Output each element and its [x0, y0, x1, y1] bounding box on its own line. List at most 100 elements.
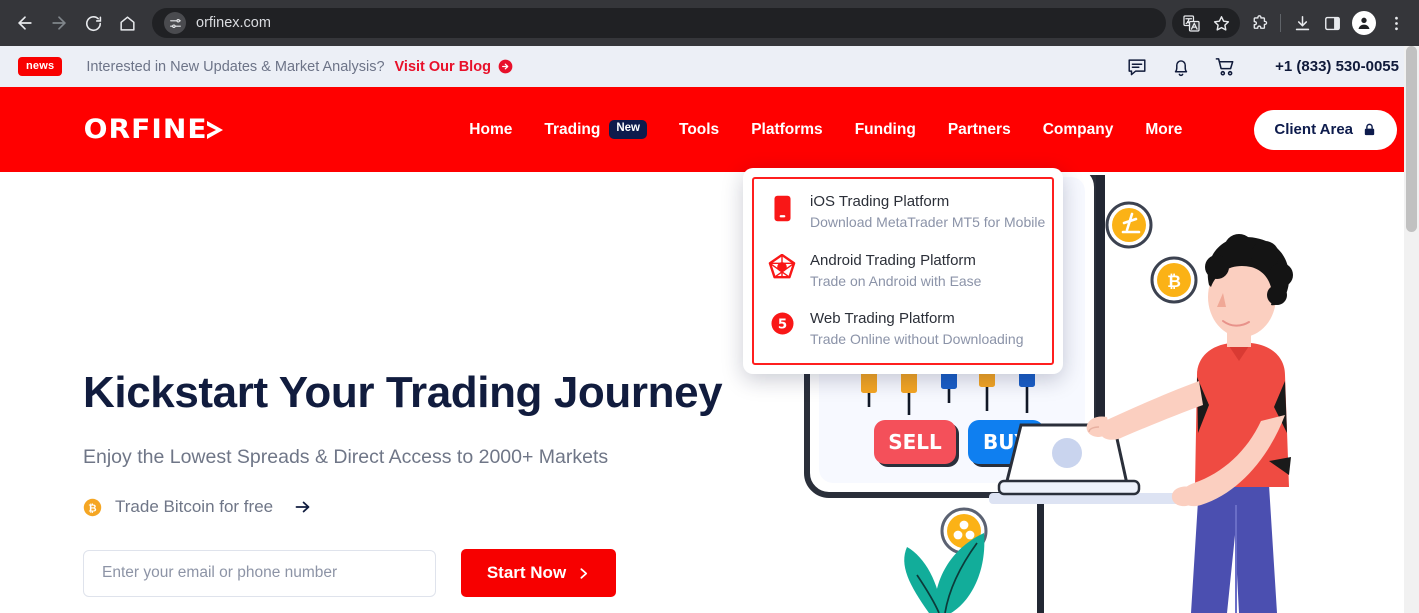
dropdown-item-subtitle: Trade on Android with Ease	[810, 272, 982, 289]
nav-item-partners[interactable]: Partners	[948, 121, 1011, 139]
mt5-number-five-icon: 5	[768, 310, 796, 335]
buy-button-illustration: BUY	[968, 420, 1047, 467]
nav-item-funding[interactable]: Funding	[855, 121, 916, 139]
dropdown-item-subtitle: Trade Online without Downloading	[810, 331, 1024, 347]
nav-item-trading[interactable]: Trading New	[544, 120, 647, 139]
nav-item-home[interactable]: Home	[469, 121, 512, 139]
site-settings-icon[interactable]	[164, 12, 186, 34]
dropdown-item-text: iOS Trading Platform Download MetaTrader…	[810, 193, 1045, 232]
nav-label: Home	[469, 120, 513, 138]
dropdown-item-ios[interactable]: iOS Trading Platform Download MetaTrader…	[768, 193, 1045, 232]
shopping-cart-icon[interactable]	[1214, 55, 1237, 78]
hero-subtitle: Enjoy the Lowest Spreads & Direct Access…	[83, 446, 609, 469]
visit-blog-link[interactable]: Visit Our Blog	[395, 59, 513, 75]
nav-label: Partners	[947, 120, 1011, 138]
signup-form: Start Now	[83, 549, 723, 598]
side-panel-icon[interactable]	[1317, 8, 1347, 38]
reload-button[interactable]	[76, 6, 110, 40]
dropdown-item-text: Web Trading Platform Trade Online withou…	[810, 310, 1024, 349]
hero-section: SELL BUY ₿ Kickstart Your Trading Journe…	[0, 175, 1419, 613]
person-illustration	[1086, 234, 1293, 613]
dropdown-inner-frame: iOS Trading Platform Download MetaTrader…	[752, 177, 1054, 365]
visit-blog-label: Visit Our Blog	[394, 58, 491, 75]
bitcoin-coin-icon: ₿	[1150, 256, 1198, 304]
home-icon	[119, 15, 135, 31]
site-header: ORFINE Home Trading New Tools Platforms …	[0, 87, 1419, 172]
chevron-right-icon	[580, 567, 588, 579]
announcement-bar: news Interested in New Updates & Market …	[0, 46, 1419, 87]
url-text: orfinex.com	[196, 15, 271, 31]
omnibox-action-pill	[1172, 8, 1240, 38]
nav-label: More	[1145, 120, 1183, 138]
ripple-coin-icon	[940, 507, 988, 555]
trade-bitcoin-link[interactable]: ₿ Trade Bitcoin for free	[83, 497, 723, 517]
topbar-action-icons: +1 (833) 530-0055	[1126, 55, 1399, 78]
platforms-dropdown-menu: iOS Trading Platform Download MetaTrader…	[743, 168, 1063, 374]
arrow-right-icon	[295, 501, 310, 513]
nav-new-badge: New	[609, 120, 647, 139]
sell-button-illustration: SELL	[874, 420, 959, 467]
contact-phone[interactable]: +1 (833) 530-0055	[1275, 58, 1399, 75]
address-bar[interactable]: orfinex.com	[152, 8, 1166, 38]
nav-label: Funding	[854, 120, 916, 138]
chat-icon[interactable]	[1126, 56, 1148, 78]
dropdown-item-title: iOS Trading Platform	[810, 193, 950, 210]
home-button[interactable]	[110, 6, 144, 40]
start-now-label: Start Now	[486, 563, 567, 583]
nav-label: Trading	[544, 120, 601, 138]
nav-label: Tools	[679, 120, 720, 138]
back-button[interactable]	[8, 6, 42, 40]
client-area-button[interactable]: Client Area	[1254, 109, 1398, 150]
toolbar-divider	[1280, 14, 1281, 32]
nav-item-tools[interactable]: Tools	[679, 121, 719, 139]
logo-text: ORFINE	[83, 114, 208, 145]
ios-mobile-icon	[768, 193, 796, 222]
arrow-circle-right-icon	[498, 59, 513, 74]
dropdown-item-title: Android Trading Platform	[810, 251, 976, 269]
notification-bell-icon[interactable]	[1170, 56, 1192, 78]
page-scrollbar[interactable]	[1404, 46, 1419, 613]
bitcoin-coin-icon: ₿	[83, 498, 102, 516]
dropdown-item-subtitle: Download MetaTrader MT5 for Mobile	[810, 214, 1046, 230]
litecoin-coin-icon	[1105, 201, 1153, 249]
forward-arrow-icon	[52, 16, 66, 30]
dropdown-item-title: Web Trading Platform	[810, 310, 955, 327]
trade-bitcoin-label: Trade Bitcoin for free	[115, 497, 274, 517]
dropdown-item-text: Android Trading Platform Trade on Androi…	[810, 252, 981, 291]
bookmark-star-icon[interactable]	[1206, 8, 1236, 38]
hero-content: Kickstart Your Trading Journey Enjoy the…	[83, 368, 723, 598]
extensions-puzzle-icon[interactable]	[1244, 8, 1274, 38]
three-dot-menu-icon[interactable]	[1381, 8, 1411, 38]
page-title: Kickstart Your Trading Journey	[83, 368, 723, 417]
reload-icon	[85, 15, 101, 31]
nav-item-company[interactable]: Company	[1043, 121, 1114, 139]
back-arrow-icon	[18, 16, 32, 30]
svg-text:₿: ₿	[88, 502, 96, 514]
start-now-button[interactable]: Start Now	[461, 549, 616, 598]
forward-button[interactable]	[42, 6, 76, 40]
profile-avatar-icon[interactable]	[1352, 11, 1376, 35]
dropdown-item-android[interactable]: Android Trading Platform Trade on Androi…	[768, 252, 1040, 291]
email-or-phone-input[interactable]	[83, 549, 436, 597]
main-navigation: Home Trading New Tools Platforms Funding…	[469, 109, 1398, 150]
downloads-icon[interactable]	[1287, 8, 1317, 38]
scrollbar-thumb[interactable]	[1406, 46, 1417, 232]
nav-item-platforms[interactable]: Platforms	[751, 121, 823, 139]
browser-actions	[1172, 8, 1411, 38]
svg-text:₿: ₿	[1167, 272, 1181, 292]
sell-label: SELL	[888, 430, 942, 454]
android-icon	[768, 252, 796, 280]
site-logo[interactable]: ORFINE	[83, 114, 229, 145]
client-area-label: Client Area	[1274, 121, 1354, 138]
news-badge: news	[18, 57, 63, 76]
browser-toolbar: orfinex.com	[0, 0, 1419, 46]
svg-text:5: 5	[777, 318, 786, 333]
lock-icon	[1364, 123, 1375, 136]
nav-item-more[interactable]: More	[1145, 121, 1182, 139]
dropdown-item-web[interactable]: 5 Web Trading Platform Trade Online with…	[768, 310, 1040, 349]
plant-leaves-icon	[904, 533, 985, 613]
nav-label: Company	[1042, 120, 1114, 138]
buy-label: BUY	[983, 430, 1029, 454]
translate-icon[interactable]	[1176, 8, 1206, 38]
nav-label: Platforms	[751, 120, 823, 138]
